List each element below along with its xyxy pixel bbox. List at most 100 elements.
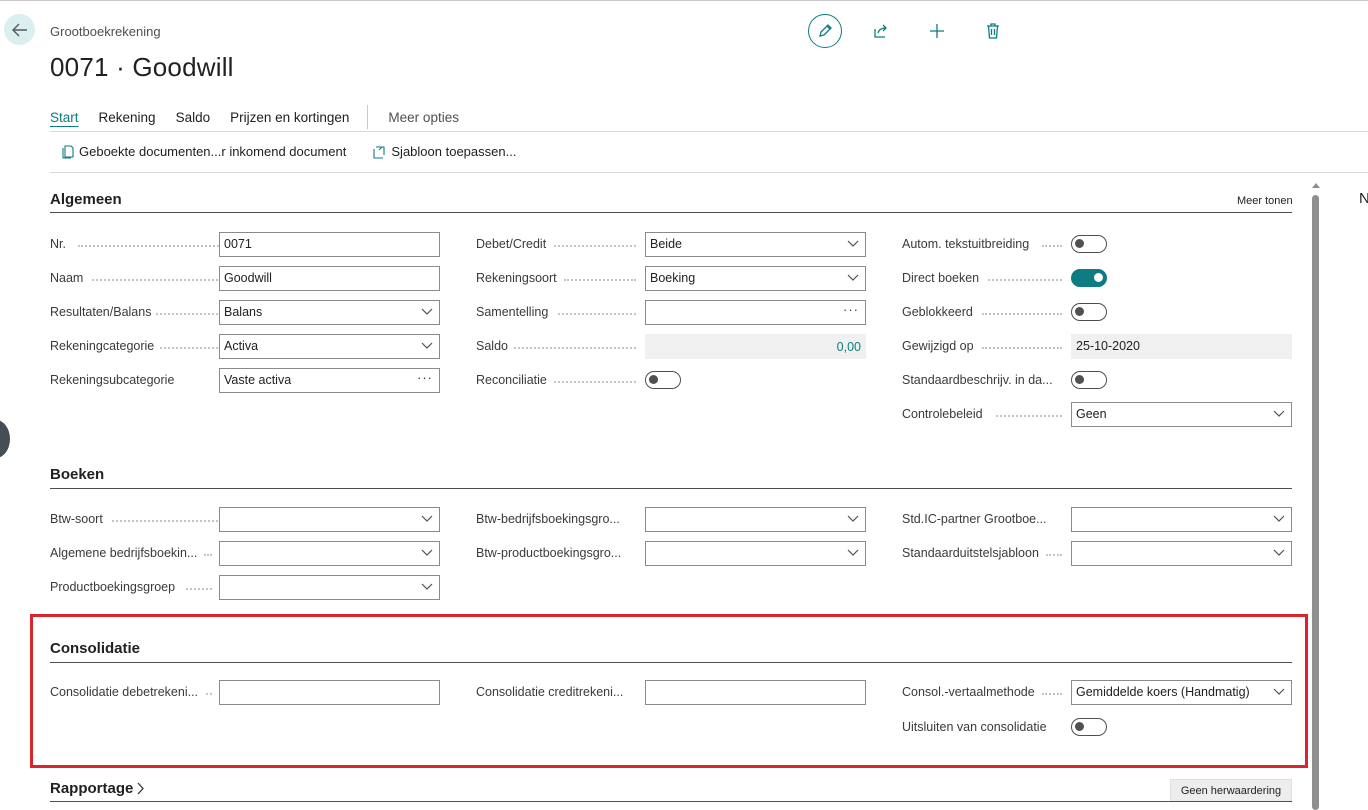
- field-label: Std.IC-partner Grootboe...: [902, 512, 1047, 526]
- field-label: Saldo: [476, 339, 508, 353]
- std-ic-partner-select[interactable]: [1071, 507, 1292, 532]
- chevron-down-icon: [1273, 549, 1285, 556]
- btw-soort-select[interactable]: [219, 507, 440, 532]
- field-geblokkeerd: Geblokkeerd: [902, 300, 1292, 325]
- delete-button[interactable]: [976, 14, 1010, 48]
- select-value: Beide: [650, 237, 682, 251]
- resultaten-balans-select[interactable]: Balans: [219, 300, 440, 325]
- field-label: Debet/Credit: [476, 237, 547, 251]
- samentelling-lookup[interactable]: ···: [645, 300, 866, 325]
- toolbar-divider: [50, 172, 1368, 173]
- page-title: 0071 · Goodwill: [50, 52, 234, 82]
- label-dots: [564, 279, 636, 281]
- share-button[interactable]: [864, 14, 898, 48]
- side-panel-letter: N: [1359, 190, 1368, 207]
- field-btw-soort: Btw-soort: [50, 507, 440, 532]
- geblokkeerd-toggle[interactable]: [1071, 303, 1107, 321]
- field-productboekingsgroep: Productboekingsgroep: [50, 575, 440, 600]
- btw-bedrijfsboekingsgroep-select[interactable]: [645, 507, 866, 532]
- tab-prijzen-en-kortingen[interactable]: Prijzen en kortingen: [230, 108, 349, 127]
- tabs-divider: [50, 131, 1368, 132]
- section-boeken-title[interactable]: Boeken: [50, 466, 104, 483]
- section-algemeen-title[interactable]: Algemeen: [50, 191, 122, 208]
- direct-boeken-toggle[interactable]: [1071, 269, 1107, 287]
- template-icon: [373, 145, 385, 159]
- label-dots: [982, 313, 1062, 315]
- debet-credit-select[interactable]: Beide: [645, 232, 866, 257]
- tab-meer-opties[interactable]: Meer opties: [388, 108, 459, 127]
- vertical-scrollbar-thumb[interactable]: [1312, 195, 1319, 810]
- standaardbeschrijving-toggle[interactable]: [1071, 371, 1107, 389]
- label-dots: [554, 381, 636, 383]
- geboekte-documenten-button[interactable]: Geboekte documenten...r inkomend documen…: [62, 144, 346, 159]
- field-label: Direct boeken: [902, 271, 980, 285]
- field-autom-tekstuitbreiding: Autom. tekstuitbreiding: [902, 232, 1292, 257]
- rekeningsubcategorie-lookup[interactable]: Vaste activa ···: [219, 368, 440, 393]
- btw-productboekingsgroep-select[interactable]: [645, 541, 866, 566]
- productboekingsgroep-select[interactable]: [219, 575, 440, 600]
- naam-input[interactable]: Goodwill: [219, 266, 440, 291]
- section-rapportage-title: Rapportage: [50, 780, 134, 797]
- saldo-value[interactable]: 0,00: [645, 334, 866, 359]
- field-label: Geblokkeerd: [902, 305, 973, 319]
- chevron-down-icon: [847, 274, 859, 281]
- ellipsis-icon[interactable]: ···: [417, 370, 433, 385]
- sjabloon-toepassen-label: Sjabloon toepassen...: [391, 144, 517, 159]
- field-label: Controlebeleid: [902, 407, 983, 421]
- field-resultaten-balans: Resultaten/Balans Balans: [50, 300, 440, 325]
- field-label: Productboekingsgroep: [50, 580, 176, 594]
- section-rapportage-header[interactable]: Rapportage: [50, 780, 145, 797]
- tab-start[interactable]: Start: [50, 108, 79, 127]
- geboekte-documenten-label: Geboekte documenten...r inkomend documen…: [79, 144, 347, 159]
- field-nr: Nr. 0071: [50, 232, 440, 257]
- field-std-ic-partner: Std.IC-partner Grootboe...: [902, 507, 1292, 532]
- side-handle[interactable]: [0, 420, 10, 458]
- label-dots: [558, 313, 636, 315]
- tab-rekening[interactable]: Rekening: [99, 108, 156, 127]
- rekeningsoort-select[interactable]: Boeking: [645, 266, 866, 291]
- tab-saldo[interactable]: Saldo: [176, 108, 211, 127]
- select-value: Balans: [224, 305, 263, 319]
- autom-tekstuitbreiding-toggle[interactable]: [1071, 235, 1107, 253]
- field-label: Rekeningsubcategorie: [50, 373, 175, 387]
- ellipsis-icon[interactable]: ···: [843, 302, 859, 317]
- section-boeken-rule: [50, 488, 1292, 489]
- sjabloon-toepassen-button[interactable]: Sjabloon toepassen...: [372, 144, 516, 159]
- algemene-bedrijfsboeking-select[interactable]: [219, 541, 440, 566]
- field-label: Standaardbeschrijv. in da...: [902, 373, 1053, 387]
- chevron-down-icon: [421, 515, 433, 522]
- header-actions: [808, 14, 1010, 48]
- gewijzigd-op-value: 25-10-2020: [1071, 334, 1292, 359]
- new-button[interactable]: [920, 14, 954, 48]
- back-button[interactable]: [4, 14, 35, 45]
- label-dots: [996, 415, 1062, 417]
- nr-input[interactable]: 0071: [219, 232, 440, 257]
- share-icon: [874, 24, 887, 38]
- field-algemene-bedrijfsboeking: Algemene bedrijfsboekin...: [50, 541, 440, 566]
- field-debet-credit: Debet/Credit Beide: [476, 232, 866, 257]
- pencil-icon: [819, 24, 832, 37]
- document-icon: [62, 144, 74, 159]
- saldo-amount[interactable]: 0,00: [837, 340, 861, 354]
- field-label: Nr.: [50, 237, 66, 251]
- controlebeleid-select[interactable]: Geen: [1071, 402, 1292, 427]
- field-reconciliatie: Reconciliatie: [476, 368, 866, 393]
- action-tabs: Start Rekening Saldo Prijzen en kortinge…: [50, 105, 479, 129]
- field-label: Samentelling: [476, 305, 549, 319]
- section-rapportage-rule: [50, 801, 1292, 802]
- reconciliatie-toggle[interactable]: [645, 371, 681, 389]
- select-value: Geen: [1076, 407, 1107, 421]
- standaarduitstelsjabloon-select[interactable]: [1071, 541, 1292, 566]
- rekeningcategorie-select[interactable]: Activa: [219, 334, 440, 359]
- edit-button[interactable]: [808, 14, 842, 48]
- meer-tonen-link[interactable]: Meer tonen: [1237, 195, 1293, 207]
- scroll-up-arrow-icon[interactable]: [1311, 180, 1321, 190]
- geen-herwaardering-button[interactable]: Geen herwaardering: [1170, 779, 1292, 802]
- field-standaarduitstelsjabloon: Standaarduitstelsjabloon: [902, 541, 1292, 566]
- field-label: Btw-productboekingsgro...: [476, 546, 622, 560]
- field-label: Btw-bedrijfsboekingsgro...: [476, 512, 620, 526]
- field-label: Naam: [50, 271, 84, 285]
- chevron-down-icon: [421, 342, 433, 349]
- field-btw-bedrijfsboekingsgroep: Btw-bedrijfsboekingsgro...: [476, 507, 866, 532]
- field-label: Gewijzigd op: [902, 339, 974, 353]
